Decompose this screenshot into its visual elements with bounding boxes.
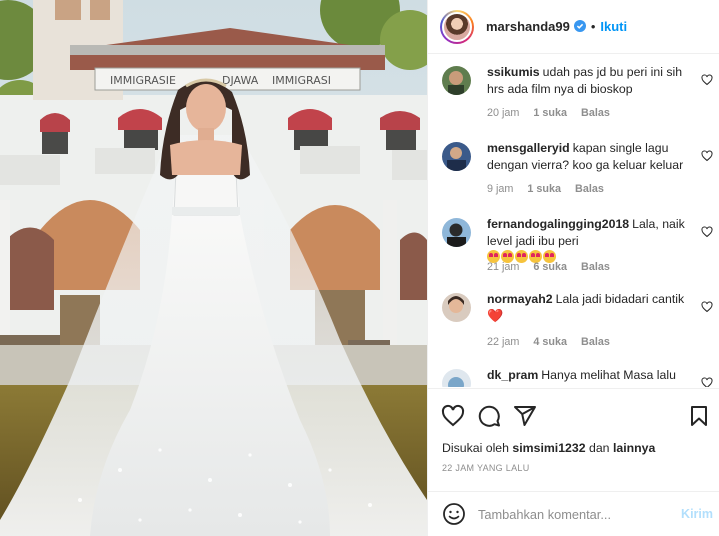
comment-content: Hanya melihat Masa lalu — [541, 368, 676, 382]
comment-reply-button[interactable]: Balas — [581, 336, 610, 348]
comment-item: mensgalleryid kapan single lagu dengan vi… — [428, 131, 719, 201]
comment-likes[interactable]: 1 suka — [533, 107, 567, 119]
comment-input[interactable] — [478, 506, 668, 522]
sign-text-mid: DJAWA — [222, 74, 259, 87]
post-side-panel: marshanda99 • Ikuti ssikumis udah pas jd … — [427, 0, 719, 536]
comment-text: normayah2 Lala jadi bidadari cantik ❤️ — [487, 291, 687, 324]
comment-like-heart-icon[interactable] — [701, 301, 713, 313]
comment-time[interactable]: 9 jam — [487, 183, 513, 195]
likes-others-link[interactable]: lainnya — [613, 441, 655, 455]
comment-username[interactable]: normayah2 — [487, 292, 553, 306]
comment-bubble-icon[interactable] — [477, 404, 501, 428]
comment-text: ssikumis udah pas jd bu peri ini sih hrs … — [487, 64, 687, 97]
comment-time[interactable]: 21 jam — [487, 261, 519, 273]
post-timestamp[interactable]: 22 JAM YANG LALU — [442, 463, 530, 473]
comment-time[interactable]: 20 jam — [487, 107, 519, 119]
header-separator: • — [590, 19, 596, 34]
comment-reply-button[interactable]: Balas — [575, 183, 604, 195]
save-bookmark-icon[interactable] — [687, 404, 711, 428]
comment-reply-button[interactable]: Balas — [581, 107, 610, 119]
comment-item: dk_pram Hanya melihat Masa lalu — [428, 358, 719, 387]
photo-illustration: IMMIGRASIE DJAWA IMMIGRASI — [0, 0, 427, 536]
add-comment-bar: Kirim — [428, 491, 719, 536]
comment-item: ssikumis udah pas jd bu peri ini sih hrs … — [428, 55, 719, 125]
author-avatar[interactable] — [440, 9, 474, 44]
comment-text: mensgalleryid kapan single lagu dengan vi… — [487, 140, 687, 173]
comment-meta: 20 jam 1 suka Balas — [487, 107, 624, 119]
comment-reply-button[interactable]: Balas — [581, 261, 610, 273]
red-heart-emoji-icon: ❤️ — [487, 307, 504, 323]
comment-meta: 21 jam 6 suka Balas — [487, 261, 624, 273]
likes-prefix: Disukai oleh — [442, 441, 509, 455]
post-actions: Disukai oleh simsimi1232 dan lainnya 22 … — [428, 388, 719, 492]
emoji-smiley-icon[interactable] — [442, 502, 466, 526]
comment-like-heart-icon[interactable] — [701, 74, 713, 86]
comment-like-heart-icon[interactable] — [701, 226, 713, 238]
comment-username[interactable]: mensgalleryid — [487, 141, 570, 155]
comment-item: fernandogalingging2018 Lala, naik level j… — [428, 207, 719, 281]
comment-meta: 9 jam 1 suka Balas — [487, 183, 618, 195]
commenter-avatar[interactable] — [442, 218, 471, 247]
sign-text-left: IMMIGRASIE — [110, 74, 176, 87]
comment-like-heart-icon[interactable] — [701, 377, 713, 387]
comment-item: normayah2 Lala jadi bidadari cantik ❤️ 22 … — [428, 282, 719, 356]
likes-summary: Disukai oleh simsimi1232 dan lainnya — [442, 441, 655, 455]
comment-text: dk_pram Hanya melihat Masa lalu — [487, 367, 687, 384]
comment-username[interactable]: dk_pram — [487, 368, 538, 382]
comment-likes[interactable]: 4 suka — [533, 336, 567, 348]
author-username-text: marshanda99 — [486, 19, 570, 34]
comment-content: Lala jadi bidadari cantik — [555, 292, 685, 306]
commenter-avatar[interactable] — [442, 369, 471, 387]
like-heart-icon[interactable] — [441, 404, 465, 428]
share-paper-plane-icon[interactable] — [513, 404, 537, 428]
comment-time[interactable]: 22 jam — [487, 336, 519, 348]
commenter-avatar[interactable] — [442, 293, 471, 322]
author-avatar-image — [442, 11, 472, 42]
comment-text: fernandogalingging2018 Lala, naik level j… — [487, 216, 687, 266]
follow-button[interactable]: Ikuti — [600, 19, 627, 34]
sign-text-right: IMMIGRASI — [272, 74, 331, 87]
comment-username[interactable]: fernandogalingging2018 — [487, 217, 629, 231]
likes-conjunction: dan — [589, 441, 610, 455]
comment-likes[interactable]: 6 suka — [533, 261, 567, 273]
comment-meta: 22 jam 4 suka Balas — [487, 336, 624, 348]
likes-username[interactable]: simsimi1232 — [512, 441, 585, 455]
comments-list[interactable]: ssikumis udah pas jd bu peri ini sih hrs … — [428, 55, 719, 387]
post-header: marshanda99 • Ikuti — [428, 0, 719, 54]
author-username[interactable]: marshanda99 — [486, 19, 586, 34]
commenter-avatar[interactable] — [442, 142, 471, 171]
comment-like-heart-icon[interactable] — [701, 150, 713, 162]
commenter-avatar[interactable] — [442, 66, 471, 95]
post-comment-button[interactable]: Kirim — [681, 507, 713, 521]
comment-username[interactable]: ssikumis — [487, 65, 540, 79]
post-photo[interactable]: IMMIGRASIE DJAWA IMMIGRASI — [0, 0, 427, 536]
verified-badge-icon — [573, 20, 586, 32]
comment-likes[interactable]: 1 suka — [527, 183, 561, 195]
